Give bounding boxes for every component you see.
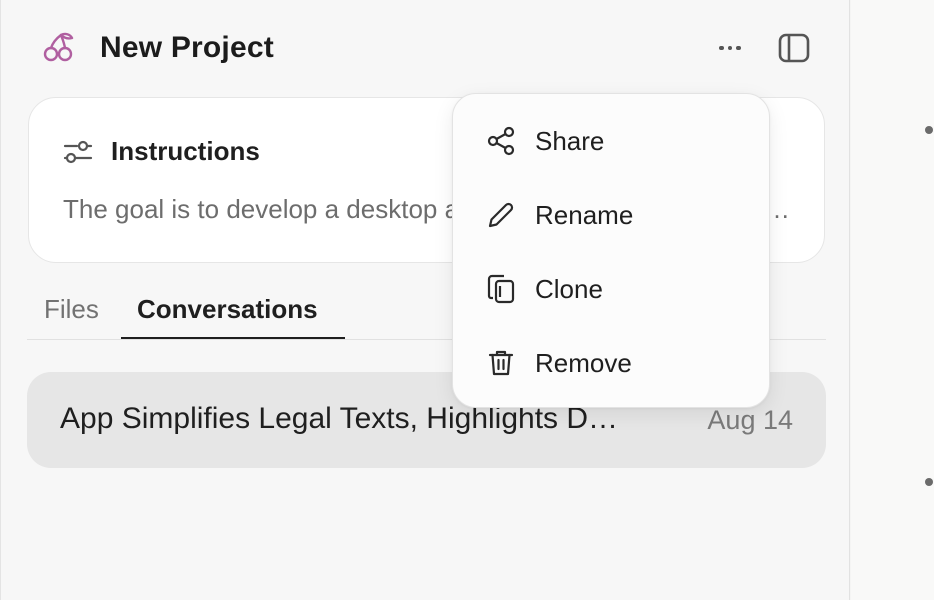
active-tab-indicator bbox=[121, 337, 345, 339]
sidebar-toggle-icon[interactable] bbox=[775, 30, 813, 66]
menu-item-label: Rename bbox=[535, 200, 634, 230]
conversation-date: Aug 14 bbox=[707, 405, 793, 435]
pencil-icon bbox=[488, 202, 514, 228]
project-header: New Project bbox=[1, 0, 851, 96]
menu-item-share[interactable]: Share bbox=[453, 106, 771, 176]
more-dots-icon bbox=[719, 45, 724, 51]
sliders-icon bbox=[63, 140, 93, 164]
menu-item-label: Share bbox=[535, 126, 605, 156]
cherry-icon bbox=[43, 32, 74, 62]
tab-conversations[interactable]: Conversations bbox=[137, 294, 318, 325]
bullet-marker bbox=[925, 478, 933, 486]
tab-files[interactable]: Files bbox=[44, 294, 99, 325]
more-options-button[interactable] bbox=[708, 30, 752, 66]
menu-item-label: Remove bbox=[535, 348, 632, 378]
instructions-title: Instructions bbox=[111, 136, 260, 166]
menu-item-label: Clone bbox=[535, 274, 603, 304]
main-content-edge bbox=[851, 0, 934, 600]
more-dots-icon-dot bbox=[727, 45, 733, 51]
menu-item-clone[interactable]: Clone bbox=[453, 254, 771, 324]
bullet-marker bbox=[925, 126, 933, 134]
menu-item-remove[interactable]: Remove bbox=[453, 328, 771, 398]
project-options-menu: Share Rename Clone Remove bbox=[452, 93, 770, 408]
trash-icon bbox=[488, 350, 514, 376]
share-icon bbox=[487, 126, 515, 156]
project-title: New Project bbox=[100, 31, 274, 64]
more-dots-icon-dot bbox=[736, 45, 741, 51]
clone-icon bbox=[487, 274, 515, 304]
menu-item-rename[interactable]: Rename bbox=[453, 180, 771, 250]
